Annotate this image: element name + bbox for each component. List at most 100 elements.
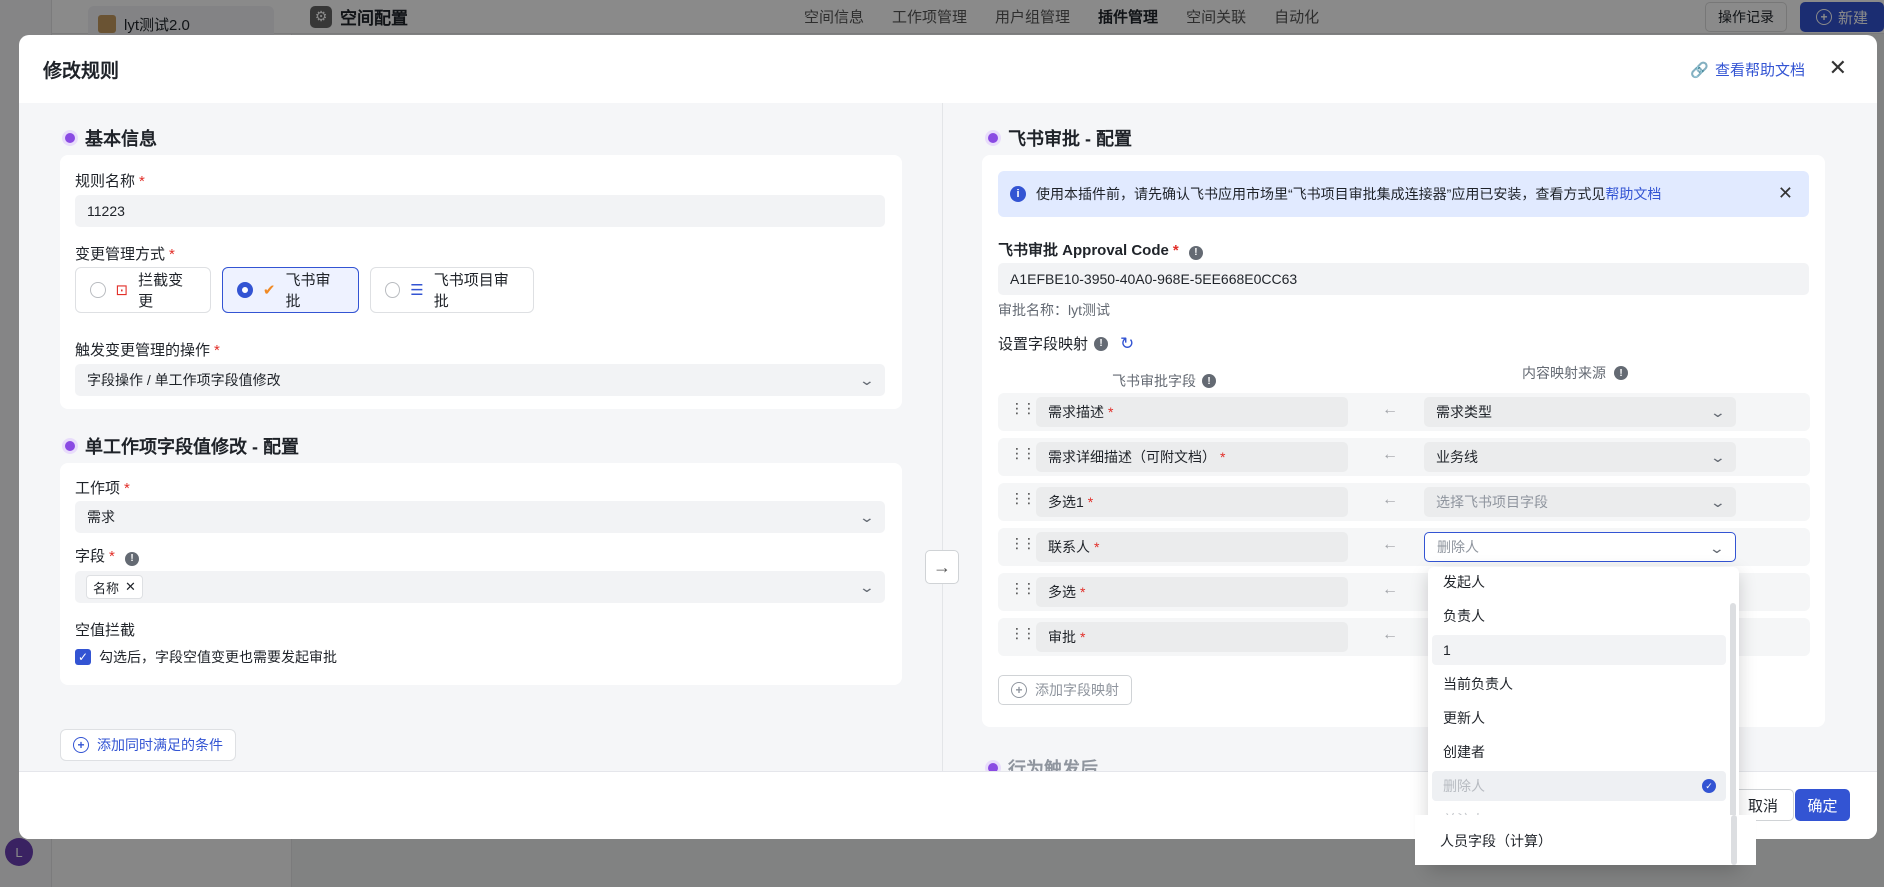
dropdown-option-selected[interactable]: 删除人 ✓ bbox=[1432, 771, 1726, 801]
mode-option-intercept[interactable]: ⊡ 拦截变更 bbox=[75, 267, 211, 313]
arrow-left-icon: ← bbox=[1382, 626, 1398, 643]
intercept-icon: ⊡ bbox=[115, 282, 129, 299]
mapping-row: ⋮⋮ 多选1 * ← 选择飞书项目字段 ⌄ bbox=[998, 483, 1810, 521]
dropdown-option[interactable]: 发起人 bbox=[1432, 567, 1726, 597]
section-dot-icon bbox=[65, 441, 75, 451]
basic-info-card: 规则名称 * 11223 变更管理方式 * ⊡ 拦截变更 ✔ 飞书审批 ☰ 飞书项目… bbox=[60, 155, 902, 409]
drag-handle-icon[interactable]: ⋮⋮ bbox=[1010, 626, 1036, 640]
source-select-open[interactable]: 删除人 ⌄ bbox=[1424, 532, 1736, 562]
single-config-title: 单工作项字段值修改 - 配置 bbox=[65, 433, 299, 459]
add-condition-button[interactable]: + 添加同时满足的条件 bbox=[60, 729, 236, 761]
workitem-value: 需求 bbox=[87, 509, 115, 525]
empty-value-label: 空值拦截 bbox=[75, 622, 136, 639]
approval-field: 联系人 * bbox=[1036, 532, 1348, 562]
chevron-down-icon: ⌄ bbox=[858, 509, 876, 525]
mode-option-label: 飞书项目审批 bbox=[433, 272, 509, 310]
source-select[interactable]: 选择飞书项目字段 ⌄ bbox=[1424, 487, 1736, 517]
check-icon: ✓ bbox=[1702, 779, 1716, 793]
arrow-left-icon: ← bbox=[1382, 536, 1398, 553]
single-config-title-text: 单工作项字段值修改 - 配置 bbox=[85, 437, 299, 457]
column-divider bbox=[942, 103, 943, 771]
rule-name-label: 规则名称 * bbox=[75, 173, 145, 190]
workitem-label: 工作项 * bbox=[75, 480, 130, 497]
field-tag-label: 名称 bbox=[93, 580, 120, 596]
add-mapping-label: 添加字段映射 bbox=[1035, 682, 1119, 698]
source-select[interactable]: 业务线 ⌄ bbox=[1424, 442, 1736, 472]
section-dot-icon bbox=[988, 133, 998, 143]
info-icon: ! bbox=[1614, 366, 1628, 380]
add-condition-label: 添加同时满足的条件 bbox=[97, 737, 223, 753]
dropdown-option[interactable]: 创建者 bbox=[1432, 737, 1726, 767]
mode-option-label: 拦截变更 bbox=[138, 272, 184, 310]
dropdown-bottom-area: 人员字段（计算） bbox=[1415, 815, 1756, 865]
approval-field: 多选1 * bbox=[1036, 487, 1348, 517]
approval-field: 审批 * bbox=[1036, 622, 1348, 652]
field-label: 字段 * ! bbox=[75, 545, 140, 566]
next-section-title: 行为触发后 bbox=[988, 755, 1098, 771]
drag-handle-icon[interactable]: ⋮⋮ bbox=[1010, 401, 1036, 415]
notice-help-link[interactable]: 帮助文档 bbox=[1605, 186, 1661, 202]
field-select[interactable]: ⌄ bbox=[75, 571, 885, 603]
info-icon: ! bbox=[125, 551, 140, 566]
col-head-right-text: 内容映射来源 bbox=[1522, 365, 1606, 381]
basic-info-title-text: 基本信息 bbox=[85, 129, 157, 149]
col-head-left-text: 飞书审批字段 bbox=[1112, 373, 1196, 389]
help-doc-link[interactable]: 🔗 查看帮助文档 bbox=[1690, 59, 1805, 80]
rule-name-input[interactable]: 11223 bbox=[75, 195, 885, 227]
drag-handle-icon[interactable]: ⋮⋮ bbox=[1010, 491, 1036, 505]
drag-handle-icon[interactable]: ⋮⋮ bbox=[1010, 446, 1036, 460]
col-head-approval-field: 飞书审批字段 ! bbox=[1112, 371, 1216, 391]
mapping-row: ⋮⋮ 联系人 * ← 删除人 ⌄ bbox=[998, 528, 1810, 566]
field-tag: 名称 ✕ bbox=[86, 575, 143, 599]
dropdown-option-label: 删除人 bbox=[1443, 778, 1485, 794]
chevron-down-icon: ⌄ bbox=[858, 579, 876, 595]
info-icon: ! bbox=[1094, 336, 1109, 351]
source-select[interactable]: 需求类型 ⌄ bbox=[1424, 397, 1736, 427]
approval-field: 多选 * bbox=[1036, 577, 1348, 607]
close-icon[interactable]: ✕ bbox=[1778, 183, 1793, 204]
drag-handle-icon[interactable]: ⋮⋮ bbox=[1010, 536, 1036, 550]
drag-handle-icon[interactable]: ⋮⋮ bbox=[1010, 581, 1036, 595]
next-section-title-text: 行为触发后 bbox=[1008, 759, 1098, 771]
chevron-down-icon: ⌄ bbox=[858, 372, 876, 388]
arrow-left-icon: ← bbox=[1382, 581, 1398, 598]
dropdown-option[interactable]: 人员字段（计算） bbox=[1440, 831, 1552, 851]
dropdown-option[interactable]: 当前负责人 bbox=[1432, 669, 1726, 699]
dropdown-option[interactable]: 负责人 bbox=[1432, 601, 1726, 631]
mode-option-project-approval[interactable]: ☰ 飞书项目审批 bbox=[370, 267, 534, 313]
approval-code-input[interactable]: A1EFBE10-3950-40A0-968E-5EE668E0CC63 bbox=[998, 263, 1809, 295]
close-icon[interactable]: ✕ bbox=[1829, 55, 1847, 81]
radio-selected-icon bbox=[237, 282, 253, 298]
dropdown-option[interactable]: 更新人 bbox=[1432, 703, 1726, 733]
chevron-down-icon: ⌄ bbox=[1708, 540, 1726, 556]
single-config-card: 工作项 * 需求 ⌄ 字段 * ! ⌄ 名称 ✕ 空值拦截 ✓ 勾选后，字段空值变更… bbox=[60, 463, 902, 685]
checkbox-label: 勾选后，字段空值变更也需要发起审批 bbox=[99, 649, 337, 665]
dropdown-option-hover[interactable]: 1 bbox=[1432, 635, 1726, 665]
plus-icon: + bbox=[1011, 682, 1027, 698]
arrow-left-icon: ← bbox=[1382, 401, 1398, 418]
info-icon: i bbox=[1010, 186, 1026, 202]
approval-name: 审批名称：lyt测试 bbox=[998, 302, 1110, 318]
workitem-select[interactable]: 需求 ⌄ bbox=[75, 501, 885, 533]
radio-icon bbox=[385, 282, 401, 298]
tag-close-icon[interactable]: ✕ bbox=[125, 579, 136, 595]
modal-header: 修改规则 bbox=[19, 35, 1877, 103]
mapping-row: ⋮⋮ 需求详细描述（可附文档） * ← 业务线 ⌄ bbox=[998, 438, 1810, 476]
arrow-right-icon[interactable]: → bbox=[925, 550, 959, 584]
mode-option-label: 飞书审批 bbox=[285, 272, 331, 310]
section-dot-icon bbox=[988, 763, 998, 771]
refresh-icon[interactable]: ↻ bbox=[1120, 334, 1134, 354]
col-head-source: 内容映射来源 ! bbox=[1474, 354, 1676, 392]
add-mapping-button[interactable]: + 添加字段映射 bbox=[998, 675, 1132, 705]
mapping-label-text: 设置字段映射 bbox=[998, 336, 1089, 353]
confirm-button[interactable]: 确定 bbox=[1795, 789, 1850, 821]
radio-icon bbox=[90, 282, 106, 298]
trigger-label: 触发变更管理的操作 * bbox=[75, 342, 220, 359]
arrow-left-icon: ← bbox=[1382, 446, 1398, 463]
scrollbar[interactable] bbox=[1731, 815, 1737, 865]
mode-label: 变更管理方式 * bbox=[75, 246, 175, 263]
chevron-down-icon: ⌄ bbox=[1709, 404, 1727, 420]
trigger-select[interactable]: 字段操作 / 单工作项字段值修改 ⌄ bbox=[75, 364, 885, 396]
mode-option-feishu-approval[interactable]: ✔ 飞书审批 bbox=[222, 267, 359, 313]
empty-value-checkbox[interactable]: ✓ 勾选后，字段空值变更也需要发起审批 bbox=[75, 647, 337, 667]
